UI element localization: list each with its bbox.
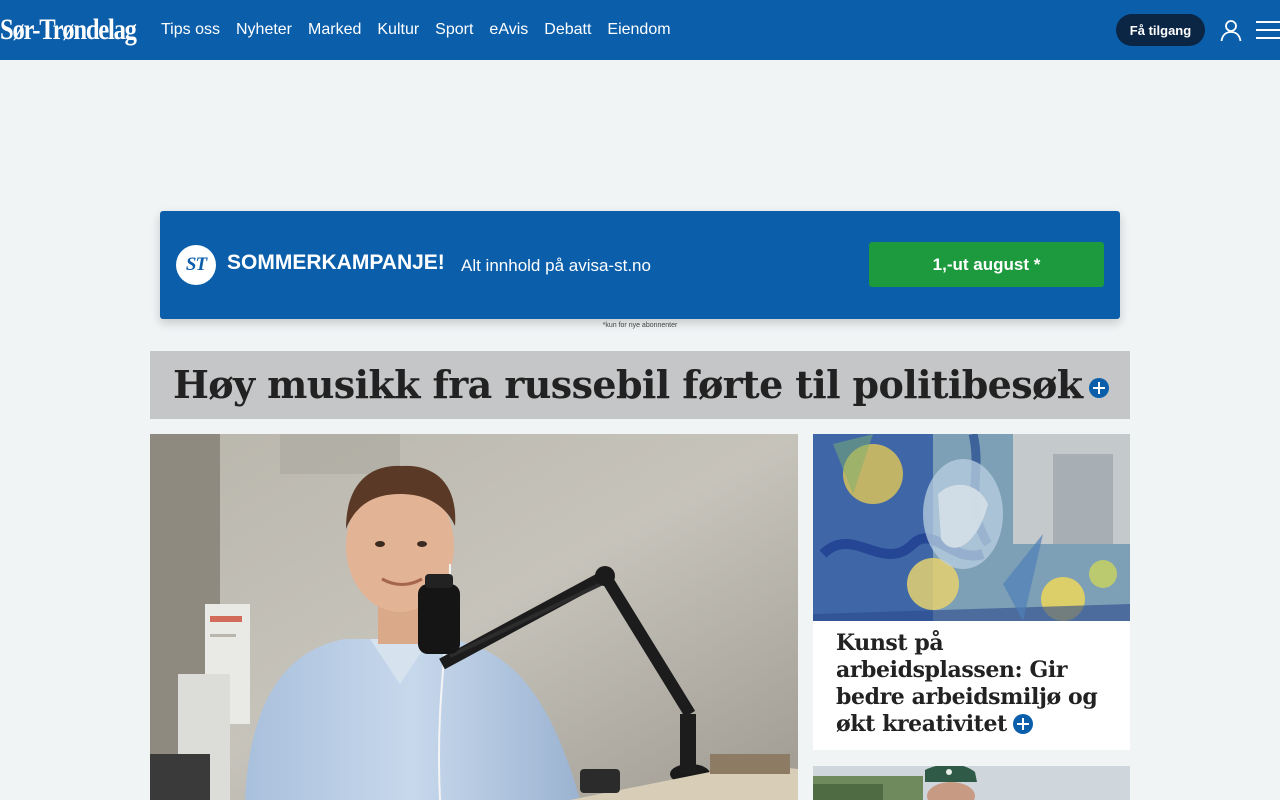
st-logo-badge: ST <box>176 245 216 285</box>
main-photo-illustration <box>150 434 798 800</box>
plus-icon <box>1012 714 1033 734</box>
site-logo[interactable]: Sør-Trøndelag <box>0 10 137 50</box>
nav-tips-oss[interactable]: Tips oss <box>161 0 220 60</box>
side-article-card[interactable]: Kunst på arbeidsplassen: Gir bedre arbei… <box>813 434 1130 750</box>
campaign-title: SOMMERKAMPANJE! <box>227 251 445 274</box>
side-article-title-text: Kunst på arbeidsplassen: Gir bedre arbei… <box>836 630 1098 737</box>
headline-strip[interactable]: Høy musikk fra russebil førte til politi… <box>150 351 1130 419</box>
get-access-button[interactable]: Få tilgang <box>1116 14 1205 46</box>
side-photo-2-illustration <box>813 766 1130 800</box>
menu-icon[interactable] <box>1256 19 1280 41</box>
nav-debatt[interactable]: Debatt <box>544 0 591 60</box>
campaign-banner[interactable]: ST SOMMERKAMPANJE! Alt innhold på avisa-… <box>160 211 1120 319</box>
main-headline-text: Høy musikk fra russebil førte til politi… <box>173 362 1083 407</box>
nav-kultur[interactable]: Kultur <box>377 0 419 60</box>
main-article-image[interactable] <box>150 434 798 800</box>
side-photo-illustration <box>813 434 1130 621</box>
campaign-cta-button[interactable]: 1,-ut august * <box>869 242 1104 287</box>
nav-eiendom[interactable]: Eiendom <box>607 0 670 60</box>
side-article-title[interactable]: Kunst på arbeidsplassen: Gir bedre arbei… <box>836 630 1116 738</box>
plus-icon <box>1088 377 1109 398</box>
campaign-subtitle: Alt innhold på avisa-st.no <box>461 256 651 275</box>
campaign-footnote: *kun for nye abonnenter <box>602 322 678 329</box>
side-article-image[interactable] <box>813 434 1130 621</box>
site-header: Sør-Trøndelag Tips oss Nyheter Marked Ku… <box>0 0 1280 60</box>
main-nav: Tips oss Nyheter Marked Kultur Sport eAv… <box>161 0 687 60</box>
ad-placeholder <box>0 60 1280 210</box>
nav-sport[interactable]: Sport <box>435 0 473 60</box>
nav-marked[interactable]: Marked <box>308 0 361 60</box>
user-icon[interactable] <box>1219 18 1243 42</box>
nav-nyheter[interactable]: Nyheter <box>236 0 292 60</box>
main-headline[interactable]: Høy musikk fra russebil førte til politi… <box>173 361 1109 409</box>
side-article-card-2-image[interactable] <box>813 766 1130 800</box>
nav-eavis[interactable]: eAvis <box>489 0 528 60</box>
